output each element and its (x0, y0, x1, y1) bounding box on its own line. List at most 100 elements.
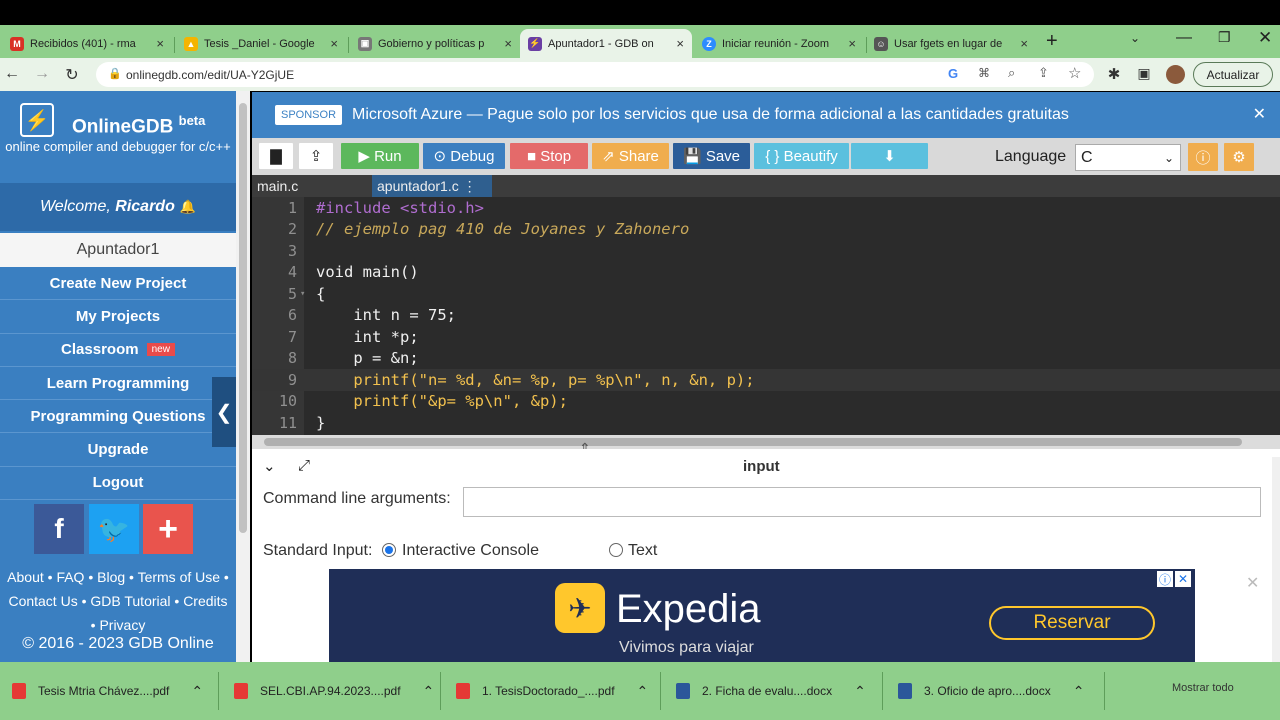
sidebar-item-classroom[interactable]: Classroom new (0, 334, 236, 367)
browser-tab-drive[interactable]: ▲ Tesis _Daniel - Google × (176, 29, 346, 58)
download-item[interactable]: 3. Oficio de apro....docx ⌃ (898, 662, 1084, 720)
facebook-icon[interactable]: f (34, 504, 84, 554)
translate-icon[interactable]: ⌘ (978, 66, 990, 80)
language-select[interactable]: C ⌄ (1075, 144, 1181, 171)
sidebar-item-create-project[interactable]: Create New Project (0, 267, 236, 301)
plus-icon[interactable]: + (143, 504, 193, 554)
username[interactable]: Ricardo (115, 198, 175, 216)
code-editor[interactable]: 1 #include <stdio.h> 2 // ejemplo pag 41… (252, 197, 1280, 435)
debug-button[interactable]: ⊙ Debug (423, 143, 505, 169)
code-line: 6 int n = 75; (287, 306, 456, 325)
browser-tab-fgets[interactable]: ☺ Usar fgets en lugar de × (866, 29, 1036, 58)
close-icon[interactable]: ✕ (1253, 104, 1266, 124)
share-page-icon[interactable]: ⇪ (1038, 65, 1049, 81)
google-icon[interactable]: G (948, 66, 958, 81)
tab-apuntador1-c[interactable]: apuntador1.c ⋮ (372, 175, 492, 197)
side-panel-icon[interactable]: ▣ (1134, 65, 1154, 82)
collapse-sidebar-icon[interactable]: ❮ (212, 377, 236, 447)
new-file-icon[interactable]: ▇ (259, 143, 293, 169)
window-close-icon[interactable]: ✕ (1258, 28, 1272, 48)
new-tab-icon[interactable]: + (1046, 30, 1058, 53)
chevron-up-icon[interactable]: ⌃ (191, 683, 203, 700)
kebab-menu-icon[interactable]: ⋮ (463, 178, 477, 195)
tab-main-c[interactable]: main.c (252, 175, 372, 197)
interactive-console-label[interactable]: Interactive Console (402, 542, 539, 560)
download-item[interactable]: SEL.CBI.AP.94.2023....pdf ⌃ (234, 662, 434, 720)
browser-tab-gmail[interactable]: M Recibidos (401) - rma × (2, 29, 172, 58)
pdf-icon (456, 683, 470, 699)
lock-icon[interactable]: 🔒 (108, 67, 122, 80)
save-button[interactable]: 💾 Save (673, 143, 750, 169)
welcome-text: Welcome, (39, 198, 111, 215)
fold-icon[interactable]: ▾ (300, 289, 305, 299)
cmd-args-input[interactable] (463, 487, 1261, 517)
footer-links-line2[interactable]: Contact Us • GDB Tutorial • Credits (0, 589, 236, 613)
reload-icon[interactable]: ↻ (62, 65, 82, 85)
profile-avatar[interactable] (1166, 65, 1185, 84)
sidebar-item-logout[interactable]: Logout (0, 467, 236, 501)
browser-tab-gobierno[interactable]: ▣ Gobierno y políticas p × (350, 29, 520, 58)
ad-dismiss-icon[interactable]: ✕ (1246, 573, 1259, 593)
expedia-ad[interactable]: ✈ Expedia Vivimos para viajar Reservar ⓘ… (329, 569, 1195, 662)
text-radio[interactable] (609, 543, 623, 557)
zoom-magnifier-icon[interactable]: ⌕ (1008, 65, 1015, 81)
download-item[interactable]: 2. Ficha de evalu....docx ⌃ (676, 662, 866, 720)
reservar-button[interactable]: Reservar (989, 606, 1155, 640)
close-icon[interactable]: × (330, 36, 338, 51)
close-icon[interactable]: ✕ (1175, 571, 1191, 587)
chevron-up-icon[interactable]: ⌃ (637, 683, 649, 700)
bookmark-star-icon[interactable]: ☆ (1068, 64, 1081, 82)
sidebar-item-upgrade[interactable]: Upgrade (0, 433, 236, 467)
tab-search-icon[interactable]: ⌄ (1130, 31, 1140, 45)
chevron-up-icon[interactable]: ⌃ (854, 683, 866, 700)
sidebar-item-programming-questions[interactable]: Programming Questions (0, 400, 236, 434)
input-panel-scrollbar[interactable] (1272, 457, 1280, 662)
text-radio-label[interactable]: Text (628, 542, 657, 560)
sponsor-bar[interactable]: SPONSOR Microsoft Azure — Pague solo por… (252, 92, 1280, 138)
browser-tab-gdb[interactable]: ⚡ Apuntador1 - GDB on × (520, 29, 692, 58)
update-button[interactable]: Actualizar (1193, 62, 1273, 87)
chevron-down-icon[interactable]: ⌄ (263, 457, 276, 475)
browser-tab-zoom[interactable]: Z Iniciar reunión - Zoom × (694, 29, 864, 58)
download-icon[interactable]: ⬇ (851, 143, 928, 169)
sidebar-scrollbar[interactable] (236, 91, 250, 662)
close-icon[interactable]: × (1020, 36, 1028, 51)
show-all-downloads[interactable]: Mostrar todo (1172, 682, 1234, 694)
sidebar-item-learn-programming[interactable]: Learn Programming (0, 367, 236, 401)
info-icon[interactable]: ⓘ (1188, 143, 1218, 171)
run-button[interactable]: ▶ Run (341, 143, 419, 169)
close-icon[interactable]: × (504, 36, 512, 51)
close-icon[interactable]: × (676, 36, 684, 51)
restore-icon[interactable]: ❐ (1218, 29, 1231, 46)
adchoices-icon[interactable]: ⓘ (1157, 571, 1173, 587)
cmd-args-label: Command line arguments: (263, 490, 451, 507)
share-button[interactable]: ⇗ Share (592, 143, 669, 169)
download-item[interactable]: Tesis Mtria Chávez....pdf ⌃ (12, 662, 203, 720)
chevron-up-icon[interactable]: ⌃ (423, 683, 435, 700)
minimize-icon[interactable]: — (1176, 29, 1192, 47)
close-icon[interactable]: × (848, 36, 856, 51)
interactive-console-radio[interactable] (382, 543, 396, 557)
forward-icon[interactable]: → (32, 65, 52, 83)
sidebar-item-my-projects[interactable]: My Projects (0, 300, 236, 334)
editor-horizontal-scrollbar[interactable] (252, 435, 1280, 449)
download-item[interactable]: 1. TesisDoctorado_....pdf ⌃ (456, 662, 648, 720)
close-icon[interactable]: × (156, 36, 164, 51)
document-icon: ▣ (358, 36, 372, 51)
back-icon[interactable]: ← (2, 65, 22, 83)
gear-icon[interactable]: ⚙ (1224, 143, 1254, 171)
gdb-logo-icon[interactable]: ⚡ (20, 103, 54, 137)
extensions-icon[interactable]: ✱ (1104, 65, 1124, 83)
footer-links-line1[interactable]: About • FAQ • Blog • Terms of Use • (0, 565, 236, 589)
beautify-button[interactable]: { } Beautify (754, 143, 849, 169)
footer-links-line3[interactable]: • Privacy (0, 613, 236, 637)
sponsor-text[interactable]: Microsoft Azure — Pague solo por los ser… (352, 106, 1069, 124)
upload-icon[interactable]: ⇪ (299, 143, 333, 169)
expand-icon[interactable]: ⤢ (298, 457, 310, 474)
url-input[interactable]: 🔒 onlinegdb.com/edit/UA-Y2GjUE G ⌘ ⌕ ⇪ ☆ (96, 62, 1094, 87)
chevron-up-icon[interactable]: ⌃ (1073, 683, 1085, 700)
stop-button[interactable]: ■ Stop (510, 143, 588, 169)
sidebar-menu: Create New Project My Projects Classroom… (0, 267, 236, 501)
twitter-icon[interactable]: 🐦 (89, 504, 139, 554)
bell-icon[interactable]: 🔔 (180, 199, 196, 215)
